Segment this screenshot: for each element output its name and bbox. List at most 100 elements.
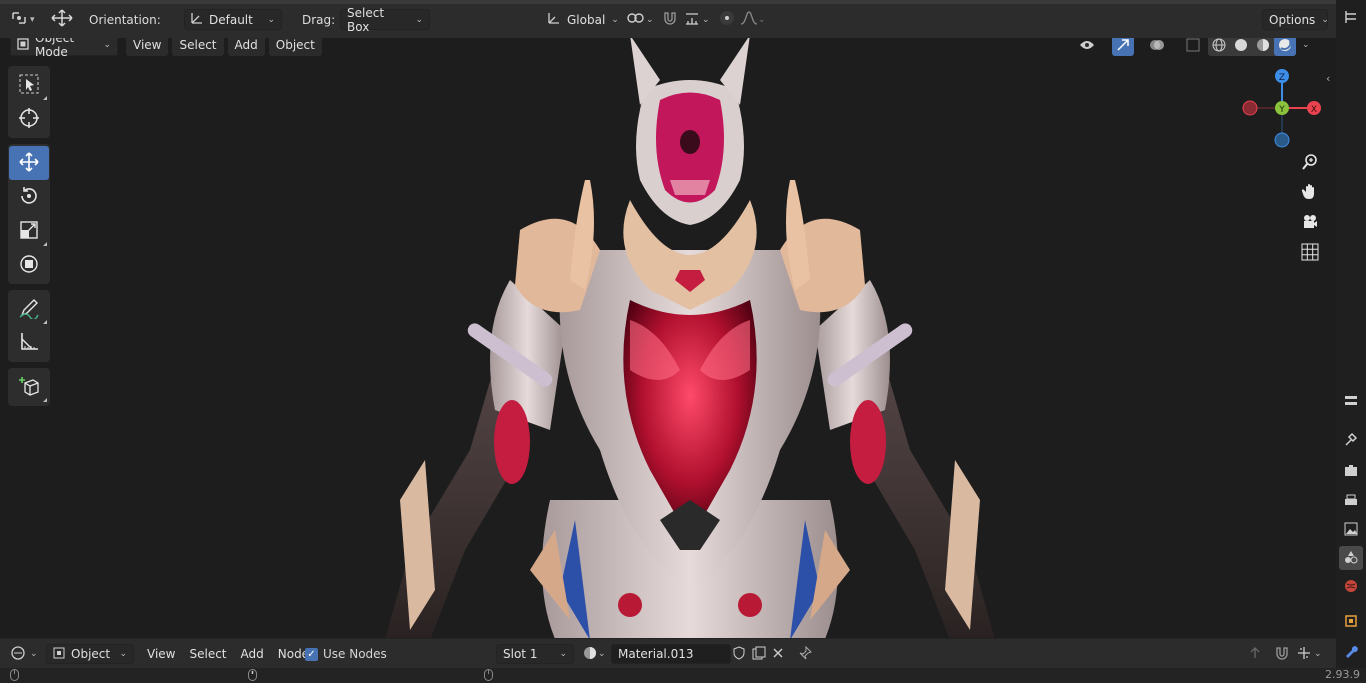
properties-editor-button[interactable] <box>1339 390 1363 414</box>
workspace-tabs-strip <box>0 0 1336 4</box>
arrow-up-icon <box>1248 646 1262 663</box>
snap-toggle[interactable] <box>662 9 678 30</box>
snap-increment-icon <box>684 10 700 29</box>
tool-settings-icon <box>1343 431 1359 450</box>
solid-sphere-icon <box>1234 38 1248 52</box>
header-toolbar: ▾ Orientation: Default ⌄ Drag: Select Bo… <box>0 0 1336 38</box>
viewport-header: Object Mode ⌄ View Select Add Object <box>10 38 322 59</box>
tab-world[interactable] <box>1339 575 1363 599</box>
copy-icon <box>751 645 767 664</box>
solid-shading-button[interactable] <box>1230 38 1252 56</box>
scene-icon <box>1343 549 1359 568</box>
duplicate-material-button[interactable] <box>751 644 767 664</box>
shader-type-value: Object <box>71 647 111 661</box>
transform-icon <box>18 253 40 278</box>
chevron-down-icon: ⌄ <box>611 14 619 25</box>
rendered-shading-button[interactable] <box>1274 38 1296 56</box>
cursor-tool[interactable] <box>9 102 49 136</box>
pivot-point-button[interactable]: ⌄ <box>626 9 654 30</box>
viewport-menu-select[interactable]: Select <box>172 38 224 56</box>
axis-orientation-icon <box>191 12 203 27</box>
use-nodes-checkbox[interactable]: ✓ Use Nodes <box>305 644 387 664</box>
hand-icon <box>1301 183 1319 204</box>
global-axes-icon <box>547 11 561 28</box>
tab-render[interactable] <box>1339 460 1363 484</box>
fake-user-button[interactable] <box>731 644 747 664</box>
tab-view-layer[interactable] <box>1339 518 1363 542</box>
snap-mode-dropdown[interactable]: ⌄ <box>1296 644 1322 664</box>
add-cube-icon <box>18 375 40 400</box>
chevron-down-icon: ⌄ <box>1302 40 1310 50</box>
proportional-edit-icon <box>718 9 736 30</box>
transform-space-dropdown[interactable]: Global ⌄ <box>540 9 620 30</box>
properties-tabs <box>1336 0 1366 683</box>
transform-pivot-button[interactable]: ▾ <box>10 9 35 30</box>
viewport-menu-add[interactable]: Add <box>227 38 265 56</box>
move-tool[interactable] <box>9 146 49 180</box>
tab-object[interactable] <box>1339 610 1363 634</box>
overlays-toggle[interactable] <box>1146 38 1168 56</box>
material-shading-button[interactable] <box>1252 38 1274 56</box>
options-dropdown[interactable]: Options ⌄ <box>1262 9 1329 30</box>
viewport-shading-controls: ⌄ <box>1076 38 1310 56</box>
outliner-filter-button[interactable] <box>1339 6 1363 30</box>
shader-menu-view[interactable]: View <box>140 644 182 664</box>
gizmo-toggle[interactable] <box>1112 38 1134 56</box>
ortho-toggle-button[interactable] <box>1298 241 1322 265</box>
unlink-material-button[interactable] <box>771 644 785 664</box>
drag-dropdown[interactable]: Select Box ⌄ <box>340 6 430 34</box>
shader-menu-add[interactable]: Add <box>234 644 271 664</box>
checkmark-icon: ✓ <box>305 647 318 661</box>
move-arrows-icon <box>50 8 74 31</box>
transform-tool[interactable] <box>9 248 49 282</box>
select-box-tool[interactable] <box>9 68 49 102</box>
orientation-dropdown[interactable]: Default ⌄ <box>184 9 282 30</box>
chevron-down-icon: ⌄ <box>415 14 423 25</box>
shader-menu-select[interactable]: Select <box>182 644 233 664</box>
mouse-middle-icon <box>248 669 257 683</box>
annotate-tool[interactable] <box>9 292 49 326</box>
chevron-down-icon: ⌄ <box>646 14 654 25</box>
zoom-button[interactable] <box>1298 151 1322 175</box>
snap-toggle-bottom[interactable] <box>1274 644 1290 664</box>
measure-tool[interactable] <box>9 326 49 360</box>
visibility-dropdown[interactable] <box>1076 38 1098 56</box>
falloff-dropdown[interactable]: ⌄ <box>740 9 766 30</box>
viewport-menu-view[interactable]: View <box>126 38 169 56</box>
camera-view-button[interactable] <box>1298 211 1322 235</box>
tab-modifiers[interactable] <box>1339 640 1363 664</box>
mode-dropdown[interactable]: Object Mode ⌄ <box>10 38 118 59</box>
navigation-gizmo[interactable]: Z X Y <box>1236 62 1326 152</box>
printer-icon <box>1343 493 1359 512</box>
snap-target-dropdown[interactable]: ⌄ <box>684 9 710 30</box>
shader-type-dropdown[interactable]: Object ⌄ <box>46 644 134 664</box>
transform-space-value: Global <box>567 12 606 27</box>
tab-scene[interactable] <box>1339 546 1363 570</box>
pin-button[interactable] <box>797 644 813 664</box>
browse-material-button[interactable]: ⌄ <box>582 644 606 664</box>
tab-tool[interactable] <box>1339 428 1363 452</box>
transform-gizmo-button[interactable] <box>50 9 74 30</box>
parent-node-tree-button[interactable] <box>1248 644 1262 664</box>
scale-tool[interactable] <box>9 214 49 248</box>
wireframe-shading-button[interactable] <box>1208 38 1230 56</box>
proportional-edit-toggle[interactable] <box>718 9 736 30</box>
xray-toggle[interactable] <box>1182 38 1204 56</box>
sidebar-toggle-arrow-icon[interactable]: ‹ <box>1326 72 1330 85</box>
viewport-menu-object[interactable]: Object <box>268 38 322 56</box>
chevron-down-icon: ⌄ <box>103 40 111 50</box>
chevron-down-icon: ⌄ <box>1314 649 1322 659</box>
chevron-down-icon: ⌄ <box>1321 14 1329 25</box>
add-cube-tool[interactable] <box>9 370 49 404</box>
tool-group-add <box>8 368 50 406</box>
editor-type-button[interactable]: ⌄ <box>10 644 38 664</box>
pan-button[interactable] <box>1298 181 1322 205</box>
material-name-field[interactable]: Material.013 <box>611 644 731 664</box>
tab-output[interactable] <box>1339 490 1363 514</box>
slot-dropdown[interactable]: Slot 1 ⌄ <box>496 644 574 664</box>
gizmo-z-label: Z <box>1279 73 1285 83</box>
material-sphere-icon <box>582 645 598 664</box>
3d-viewport[interactable]: Object Mode ⌄ View Select Add Object ⌄ Z… <box>0 38 1336 638</box>
rotate-tool[interactable] <box>9 180 49 214</box>
node-editor-icon <box>10 645 28 664</box>
